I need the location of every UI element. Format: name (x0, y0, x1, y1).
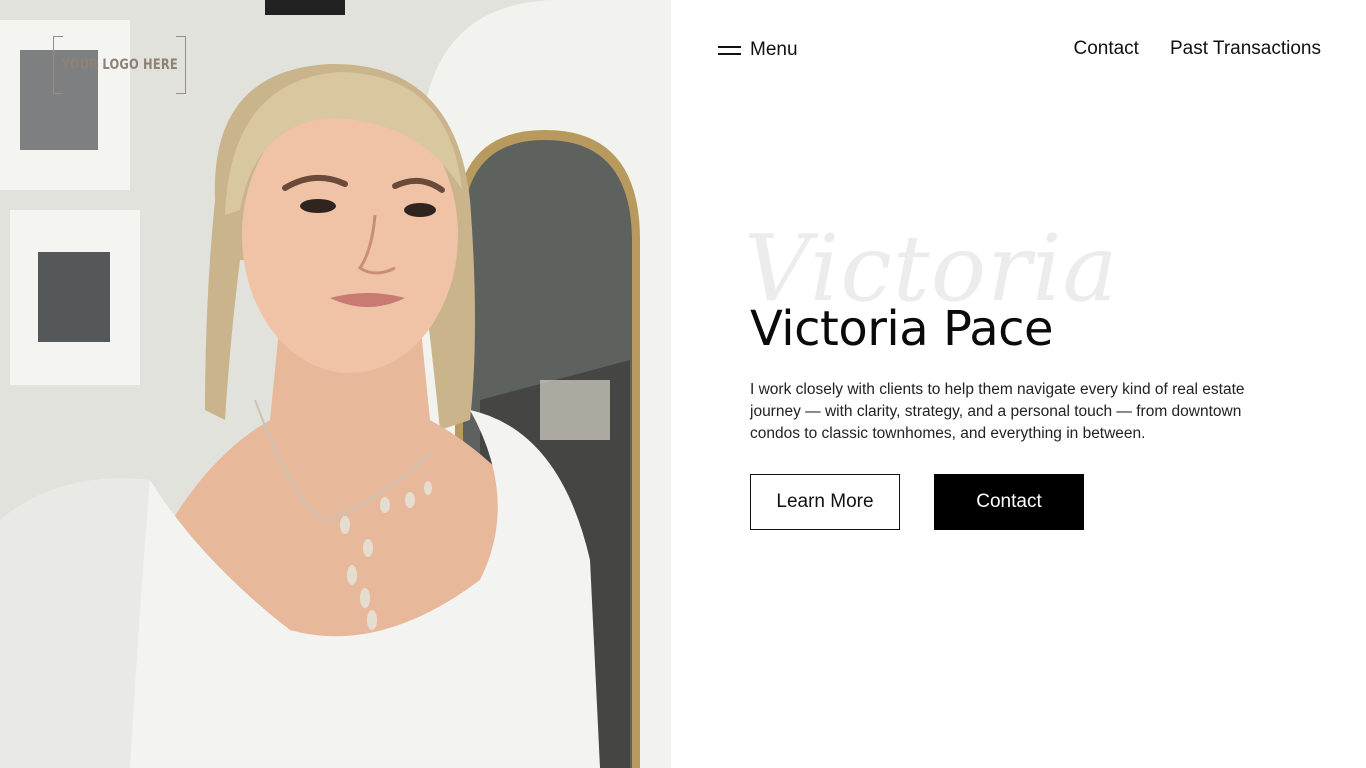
hamburger-icon (718, 45, 741, 55)
hero-description: I work closely with clients to help them… (750, 381, 1245, 442)
nav-link-contact[interactable]: Contact (1073, 38, 1138, 60)
learn-more-button[interactable]: Learn More (750, 474, 900, 530)
portrait-photo: YOUR LOGO HERE (0, 0, 671, 768)
top-nav: Contact Past Transactions (1073, 38, 1321, 60)
hero-title: Victoria Pace (750, 301, 1054, 357)
page: YOUR LOGO HERE Menu Contact Past Transac… (0, 0, 1366, 768)
logo-bracket-right (176, 36, 186, 94)
logo[interactable]: YOUR LOGO HERE (53, 36, 186, 94)
nav-link-past-transactions[interactable]: Past Transactions (1170, 38, 1321, 60)
menu-label: Menu (750, 39, 798, 60)
logo-text: YOUR LOGO HERE (61, 57, 178, 73)
portrait-illustration (0, 0, 671, 768)
menu-button[interactable]: Menu (718, 38, 798, 62)
hero-buttons: Learn More Contact (750, 474, 1084, 530)
contact-button[interactable]: Contact (934, 474, 1084, 530)
